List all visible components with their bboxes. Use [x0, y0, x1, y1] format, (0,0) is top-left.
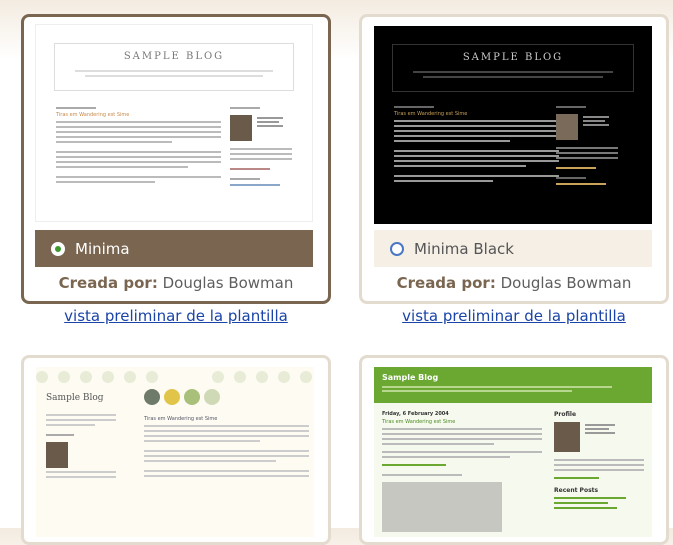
- radio-button-selected[interactable]: [51, 241, 65, 256]
- template-card-dots[interactable]: Sample Blog Tiras em Wandering est Sime: [21, 355, 331, 545]
- template-card-minima-black[interactable]: SAMPLE BLOG Tiras em Wandering est Sime: [359, 14, 669, 304]
- template-name: Minima: [75, 239, 130, 258]
- thumb-date: Friday, 6 February 2004: [382, 411, 449, 417]
- thumb-recent-title: Recent Posts: [554, 487, 599, 494]
- thumb-post-title: Tiras em Wandering est Sime: [144, 416, 218, 422]
- preview-link-minima[interactable]: vista preliminar de la plantilla: [21, 307, 331, 325]
- credit-label: Creada por:: [396, 274, 496, 292]
- template-credit: Creada por: Douglas Bowman: [24, 274, 328, 292]
- thumb-blog-title: SAMPLE BLOG: [123, 51, 225, 62]
- radio-button-unselected[interactable]: [390, 241, 404, 256]
- thumb-avatar: [230, 115, 252, 141]
- credit-label: Creada por:: [58, 274, 158, 292]
- thumb-blog-title: SAMPLE BLOG: [462, 52, 564, 63]
- thumb-avatar: [46, 442, 68, 468]
- thumb-avatar: [554, 422, 580, 452]
- thumb-blog-title: Sample Blog: [46, 393, 104, 403]
- template-thumbnail-green[interactable]: Sample Blog Friday, 6 February 2004 Tira…: [374, 367, 652, 537]
- template-name: Minima Black: [414, 239, 514, 258]
- thumb-sidebar-title: Profile: [554, 411, 577, 418]
- credit-author: Douglas Bowman: [500, 274, 632, 292]
- template-thumbnail-dots[interactable]: Sample Blog Tiras em Wandering est Sime: [36, 367, 314, 537]
- thumb-post-title: Tiras em Wandering est Sime: [56, 112, 130, 118]
- thumb-post-title: Tiras em Wandering est Sime: [394, 111, 468, 117]
- template-card-minima[interactable]: SAMPLE BLOG Tiras em Wandering est Sime: [21, 14, 331, 304]
- thumb-avatar: [556, 114, 578, 140]
- template-credit: Creada por: Douglas Bowman: [362, 274, 666, 292]
- template-card-green[interactable]: Sample Blog Friday, 6 February 2004 Tira…: [359, 355, 669, 545]
- credit-author: Douglas Bowman: [162, 274, 294, 292]
- template-thumbnail-minima-black[interactable]: SAMPLE BLOG Tiras em Wandering est Sime: [374, 26, 652, 224]
- preview-link-minima-black[interactable]: vista preliminar de la plantilla: [359, 307, 669, 325]
- radio-row-minima[interactable]: Minima: [35, 230, 313, 267]
- thumb-blog-title: Sample Blog: [382, 373, 439, 382]
- radio-row-minima-black[interactable]: Minima Black: [374, 230, 652, 267]
- template-thumbnail-minima[interactable]: SAMPLE BLOG Tiras em Wandering est Sime: [35, 24, 313, 222]
- thumb-post-title: Tiras em Wandering est Sime: [382, 419, 456, 425]
